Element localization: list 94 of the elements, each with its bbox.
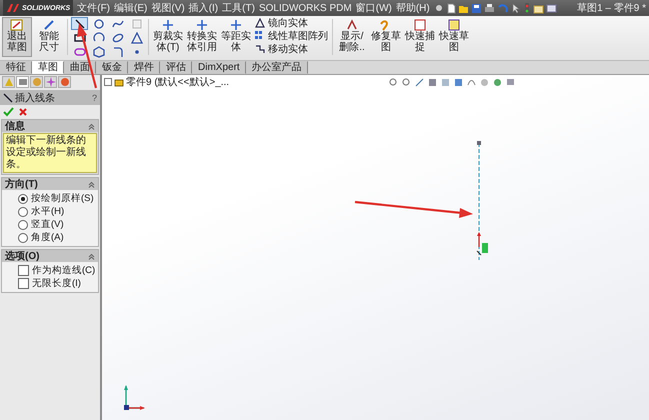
cancel-icon[interactable] [18,107,28,117]
radio-label: 水平(H) [31,205,64,218]
menu-item[interactable]: 视图(V) [151,1,185,15]
ribbon-tab[interactable]: 钣金 [96,61,128,74]
radio-label: 角度(A) [31,231,64,244]
radio-button[interactable] [18,232,28,242]
ribbon-tab[interactable]: 曲面 [64,61,96,74]
save-icon[interactable] [470,2,482,14]
line-cursor-icon [476,232,488,256]
hide-show-icon[interactable] [467,78,476,86]
menu-item[interactable]: 插入(I) [188,1,218,15]
section-title: 方向(T) [5,177,38,191]
line-icon [3,92,13,102]
checkbox[interactable] [18,265,29,276]
dimension-icon [42,19,56,31]
ribbon-button[interactable]: 剪裁实体(T) [152,17,184,57]
ribbon-tab[interactable]: 办公室产品 [246,61,308,74]
part-icon [114,78,124,86]
ds-logo-icon [6,3,20,13]
exit-sketch-icon [10,19,24,31]
ribbon-button[interactable]: 镜向实体 [254,17,329,29]
pin-icon[interactable] [434,2,444,14]
property-manager-title: 插入线条 [15,92,56,104]
cursor-icon[interactable] [510,2,521,14]
display-tab-icon[interactable] [58,76,71,88]
line-tool-button[interactable] [71,17,88,30]
collapse-icon[interactable] [88,252,95,260]
radio-button[interactable] [18,206,28,216]
arc-icon [92,32,104,44]
radio-label: 竖直(V) [31,218,64,231]
ribbon-button[interactable]: 转换实体引用 [186,17,218,57]
ribbon-tab[interactable]: DimXpert [192,61,246,74]
info-message: 编辑下一新线条的设定或绘制一新线条。 [3,133,97,173]
ribbon-button[interactable]: 显示/删除.. [336,17,368,57]
ribbon-button[interactable]: 线性草图阵列 [254,30,329,42]
ellipse-icon [112,32,124,44]
radio-button[interactable] [18,220,28,230]
previous-view-icon[interactable] [415,78,424,86]
move-icon [255,44,265,54]
new-document-icon[interactable] [446,2,456,14]
window-icon[interactable] [546,2,557,14]
tree-item[interactable]: 零件9 (默认<<默认>_... [126,75,230,89]
smart-dimension-button[interactable]: 智能尺寸 [34,17,64,57]
help-button[interactable]: ? [92,92,97,102]
ribbon-tab[interactable]: 特征 [0,61,32,74]
menu-item[interactable]: 编辑(E) [114,1,148,15]
section-view-icon[interactable] [428,78,438,86]
menu-item[interactable]: 窗口(W) [356,1,392,15]
fillet-icon [112,46,124,58]
checkbox-label: 作为构造线(C) [32,264,96,277]
collapse-icon[interactable] [88,180,95,188]
checkbox[interactable] [18,278,29,289]
snap-icon [413,19,427,31]
rectangle-icon [74,32,86,44]
display-icon [345,19,359,31]
radio-label: 按绘制原样(S) [31,192,94,205]
ribbon-button[interactable]: 快速捕捉 [404,17,436,57]
ok-check-icon[interactable] [3,107,14,117]
pattern-icon [255,31,265,41]
scene-icon[interactable] [493,78,502,86]
rapid-icon [447,19,461,31]
ribbon-button[interactable]: 快速草图 [438,17,470,57]
expand-icon[interactable] [104,78,112,86]
ribbon-tab[interactable]: 焊件 [128,61,160,74]
line-icon [74,18,86,30]
window-title: 草图1 – 零件9 * [577,2,646,15]
checkbox-label: 无限长度(I) [32,277,81,290]
polygon-icon [92,46,104,58]
ribbon-button[interactable]: 移动实体 [254,43,329,55]
section-title: 信息 [5,120,25,133]
dim-tab-icon[interactable] [44,76,57,88]
property-tab-icon[interactable] [16,76,29,88]
ribbon-tab[interactable]: 草图 [32,61,64,74]
ribbon-button[interactable]: 等距实体 [220,17,252,57]
triangle-tool-button[interactable] [128,31,145,44]
slot-icon [74,46,86,58]
print-icon[interactable] [484,2,495,14]
traffic-light-icon[interactable] [522,2,531,14]
options-icon[interactable] [532,2,544,14]
menu-item[interactable]: 工具(T) [222,1,255,15]
radio-button[interactable] [18,194,28,204]
monitor-icon[interactable] [506,78,516,86]
menu-item[interactable]: SOLIDWORKS PDM [258,2,352,14]
menu-item[interactable]: 文件(F) [77,1,110,15]
exit-sketch-button[interactable]: 退出草图 [2,17,32,57]
triangle-icon [130,32,142,44]
menu-item[interactable]: 帮助(H) [396,1,430,15]
mirror-icon [255,18,265,28]
display-style-icon[interactable] [454,78,464,86]
circle-icon [92,18,104,30]
collapse-icon[interactable] [88,122,95,130]
section-title: 选项(O) [5,250,40,263]
ribbon-button[interactable]: 修复草图 [370,17,402,57]
ribbon-tab[interactable]: 评估 [160,61,192,74]
